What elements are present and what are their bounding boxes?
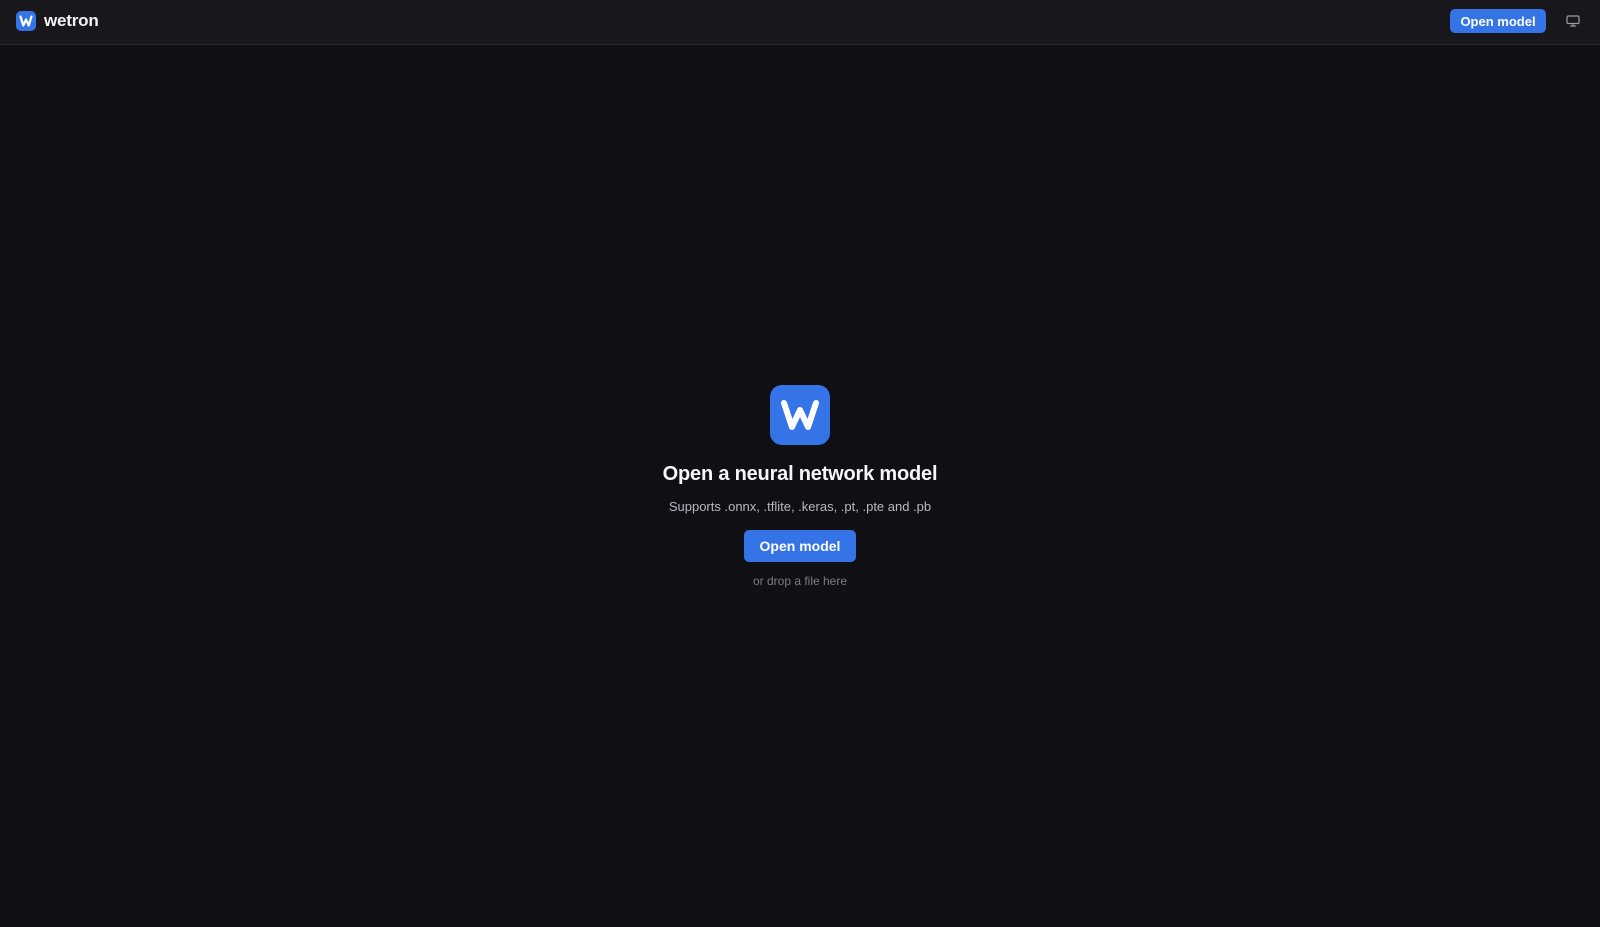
w-logo-glyph [781,400,819,430]
empty-state: Open a neural network model Supports .on… [0,385,1600,588]
monitor-icon [1566,15,1580,27]
header-open-model-button[interactable]: Open model [1450,9,1546,33]
top-bar: wetron Open model [0,0,1600,45]
brand[interactable]: wetron [16,10,99,32]
display-mode-button[interactable] [1564,11,1582,31]
drop-file-hint: or drop a file here [752,574,848,588]
supported-formats-text: Supports .onnx, .tflite, .keras, .pt, .p… [668,499,932,514]
app-logo-icon [16,11,36,31]
app-name: wetron [44,11,99,30]
open-model-button[interactable]: Open model [744,530,856,562]
hero-logo-icon [770,385,830,445]
w-logo-glyph-small [19,15,33,27]
page-title: Open a neural network model [662,463,938,485]
